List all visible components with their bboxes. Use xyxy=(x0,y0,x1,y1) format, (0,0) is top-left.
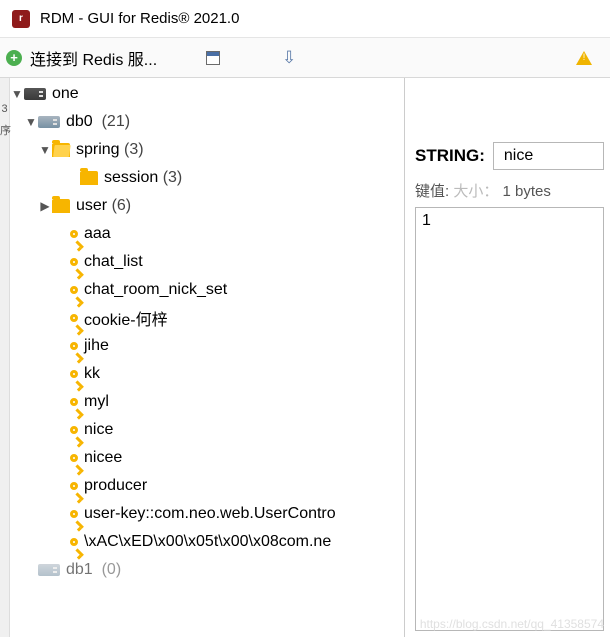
key-item[interactable]: myl xyxy=(10,388,404,416)
folder-session[interactable]: ▶ session (3) xyxy=(10,164,404,192)
left-gutter: 3 序 xyxy=(0,78,10,637)
toolbar-button-1[interactable] xyxy=(197,44,229,72)
folder-spring[interactable]: ▼ spring (3) xyxy=(10,136,404,164)
collapse-icon[interactable]: ▼ xyxy=(10,87,24,101)
key-item[interactable]: nice xyxy=(10,416,404,444)
key-item[interactable]: chat_list xyxy=(10,248,404,276)
gutter-text-1: 3 xyxy=(0,98,9,120)
key-label: cookie-何梓 xyxy=(84,306,168,330)
key-label: kk xyxy=(84,365,100,383)
folder-open-icon xyxy=(52,143,70,157)
folder-count: (6) xyxy=(112,197,132,215)
gutter-text-2: 序 xyxy=(0,120,9,142)
app-icon: r xyxy=(12,10,30,28)
value-textarea[interactable]: 1 xyxy=(415,207,604,631)
key-item[interactable]: user-key::com.neo.web.UserContro xyxy=(10,500,404,528)
folder-icon xyxy=(80,171,98,185)
key-icon xyxy=(68,424,79,435)
key-icon xyxy=(68,340,79,351)
folder-user[interactable]: ▶ user (6) xyxy=(10,192,404,220)
window-title: RDM - GUI for Redis® 2021.0 xyxy=(40,10,239,27)
key-label: user-key::com.neo.web.UserContro xyxy=(84,505,336,523)
db-node-db0[interactable]: ▼ db0 (21) xyxy=(10,108,404,136)
key-item[interactable]: kk xyxy=(10,360,404,388)
expand-icon[interactable]: ▶ xyxy=(38,199,52,213)
folder-icon xyxy=(52,199,70,213)
key-icon xyxy=(68,536,79,547)
folder-label: spring xyxy=(76,141,120,159)
db-count: (21) xyxy=(102,113,130,131)
detail-panel: STRING: nice 键值: 大小： 1 bytes 1 xyxy=(404,78,610,637)
key-icon xyxy=(68,312,79,323)
key-item[interactable]: aaa xyxy=(10,220,404,248)
key-icon xyxy=(68,368,79,379)
key-item[interactable]: producer xyxy=(10,472,404,500)
folder-label: session xyxy=(104,169,158,187)
db-label: db1 xyxy=(66,561,93,579)
key-item[interactable]: \xAC\xED\x00\x05t\x00\x08com.ne xyxy=(10,528,404,556)
meta-size-label: 大小： xyxy=(453,183,498,200)
key-label: jihe xyxy=(84,337,109,355)
key-name-field[interactable]: nice xyxy=(493,142,604,170)
key-icon xyxy=(68,480,79,491)
server-label: one xyxy=(52,85,79,103)
key-icon xyxy=(68,228,79,239)
key-label: producer xyxy=(84,477,147,495)
key-icon xyxy=(68,396,79,407)
key-icon xyxy=(68,508,79,519)
value-text: 1 xyxy=(422,212,431,229)
database-icon xyxy=(38,116,60,128)
folder-label: user xyxy=(76,197,107,215)
toolbar: + 连接到 Redis 服... ⇩ xyxy=(0,38,610,78)
key-item[interactable]: cookie-何梓 xyxy=(10,304,404,332)
type-label: STRING: xyxy=(415,146,485,166)
key-label: chat_list xyxy=(84,253,143,271)
warning-icon xyxy=(576,51,592,65)
connection-tree[interactable]: ▼ one ▼ db0 (21) ▼ spring (3) ▶ session … xyxy=(10,78,404,637)
database-icon xyxy=(38,564,60,576)
key-label: \xAC\xED\x00\x05t\x00\x08com.ne xyxy=(84,533,331,551)
key-icon xyxy=(68,284,79,295)
add-connection-icon[interactable]: + xyxy=(6,50,22,66)
key-icon xyxy=(68,452,79,463)
titlebar: r RDM - GUI for Redis® 2021.0 xyxy=(0,0,610,38)
key-label: nicee xyxy=(84,449,122,467)
key-label: myl xyxy=(84,393,109,411)
key-label: aaa xyxy=(84,225,111,243)
collapse-icon[interactable]: ▼ xyxy=(24,115,38,129)
collapse-icon[interactable]: ▼ xyxy=(38,143,52,157)
key-label: chat_room_nick_set xyxy=(84,281,227,299)
meta-prefix: 键值: xyxy=(415,183,449,200)
key-item[interactable]: chat_room_nick_set xyxy=(10,276,404,304)
folder-count: (3) xyxy=(124,141,144,159)
key-item[interactable]: jihe xyxy=(10,332,404,360)
warning-button[interactable] xyxy=(568,44,600,72)
server-icon xyxy=(24,88,46,100)
value-meta: 键值: 大小： 1 bytes xyxy=(415,180,604,201)
db-label: db0 xyxy=(66,113,93,131)
meta-size-value: 1 bytes xyxy=(503,183,551,200)
download-icon: ⇩ xyxy=(282,48,296,68)
db-count: (0) xyxy=(102,561,122,579)
key-icon xyxy=(68,256,79,267)
import-button[interactable]: ⇩ xyxy=(273,44,305,72)
server-node[interactable]: ▼ one xyxy=(10,80,404,108)
connect-button[interactable]: 连接到 Redis 服... xyxy=(30,46,157,70)
calendar-icon xyxy=(206,51,220,65)
db-node-db1[interactable]: db1 (0) xyxy=(10,556,404,584)
key-item[interactable]: nicee xyxy=(10,444,404,472)
key-label: nice xyxy=(84,421,113,439)
folder-count: (3) xyxy=(163,169,183,187)
